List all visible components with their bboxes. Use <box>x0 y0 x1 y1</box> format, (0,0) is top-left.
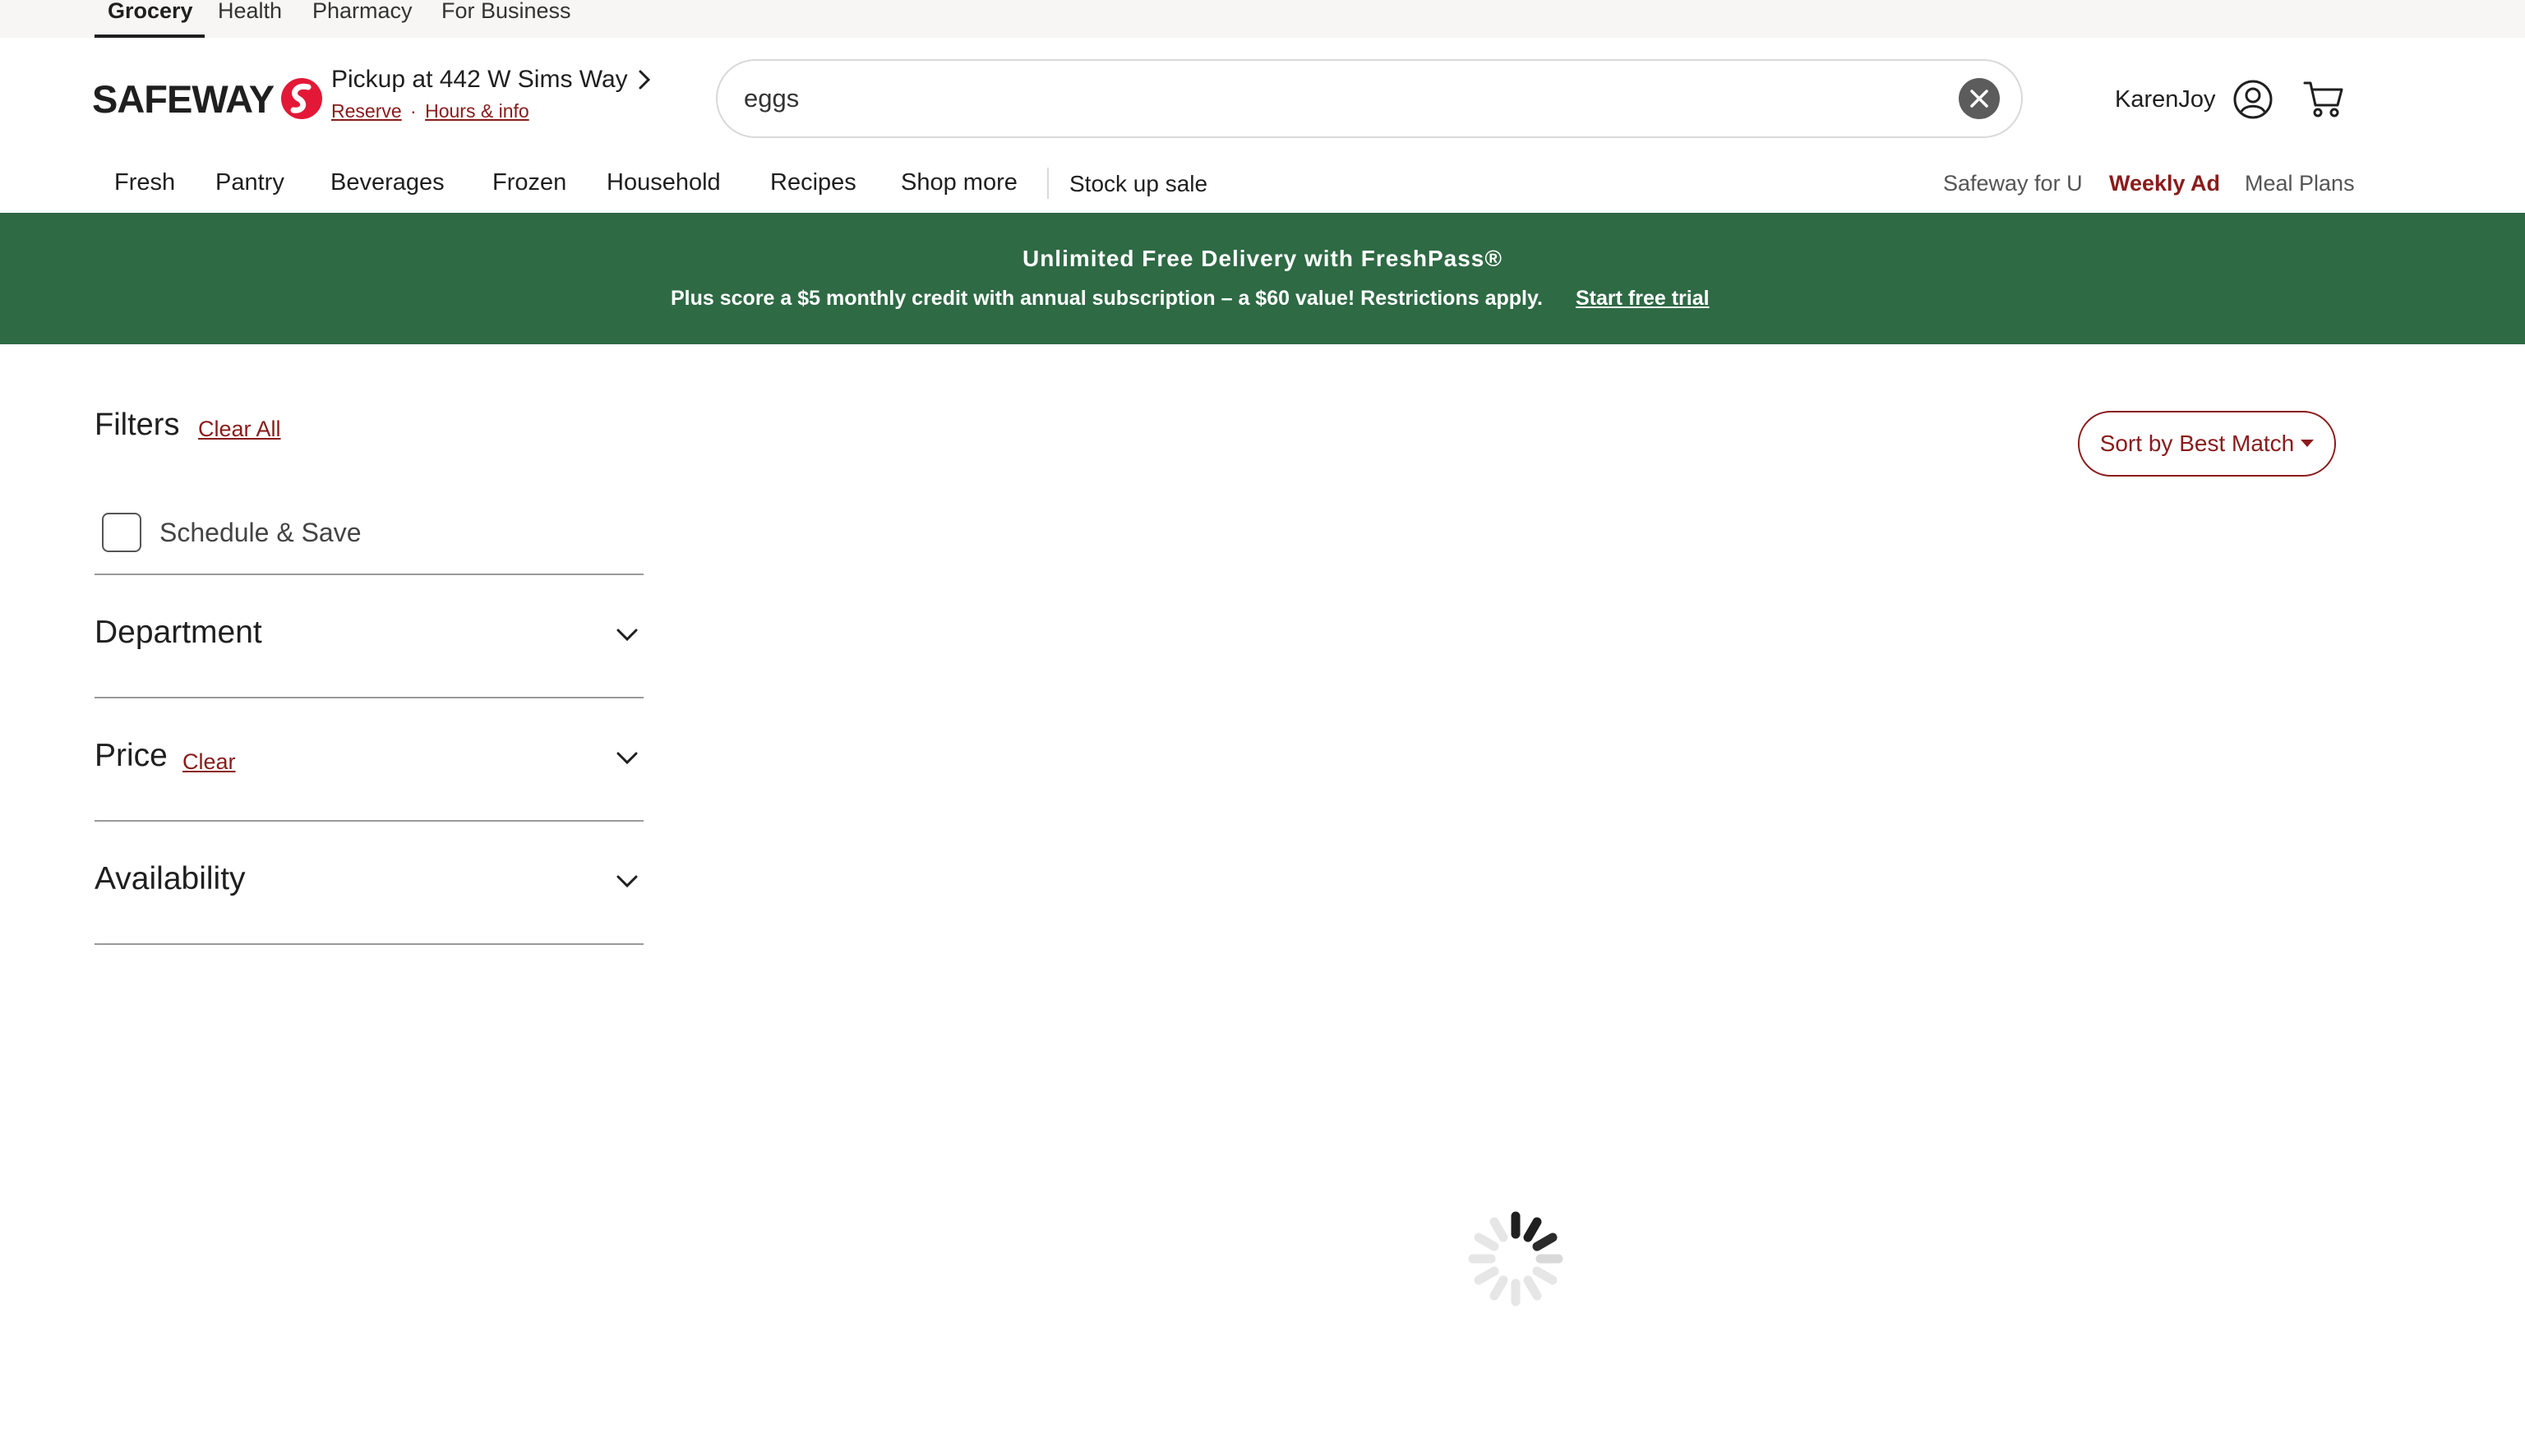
chevron-down-icon[interactable] <box>616 628 639 643</box>
nav-item-household[interactable]: Household <box>607 169 721 196</box>
nav-item-pantry[interactable]: Pantry <box>215 169 284 196</box>
search-input[interactable] <box>744 61 1936 136</box>
user-icon[interactable] <box>2232 79 2273 120</box>
facet-availability-label[interactable]: Availability <box>95 861 246 897</box>
chevron-right-icon <box>639 70 650 90</box>
tab-health[interactable]: Health <box>218 0 282 22</box>
schedule-save-filter[interactable]: Schedule & Save <box>102 513 362 552</box>
sort-label[interactable]: Sort by Best Match <box>2100 431 2295 457</box>
tab-grocery[interactable]: Grocery <box>108 0 193 22</box>
logo-wordmark: SAFEWAY <box>92 76 275 121</box>
price-clear-link[interactable]: Clear <box>182 749 236 775</box>
freshpass-promo-banner: Unlimited Free Delivery with FreshPass® … <box>0 213 2525 344</box>
account-name[interactable]: KarenJoy <box>2115 86 2216 113</box>
tab-pharmacy[interactable]: Pharmacy <box>312 0 413 22</box>
facet-department-label[interactable]: Department <box>95 615 262 651</box>
nav-item-fresh[interactable]: Fresh <box>114 169 175 196</box>
nav-item-frozen[interactable]: Frozen <box>492 169 566 196</box>
schedule-save-checkbox[interactable] <box>102 513 141 552</box>
banner-title: Unlimited Free Delivery with FreshPass® <box>1022 246 1503 271</box>
filters-heading: Filters <box>95 408 180 442</box>
nav-divider <box>1047 168 1049 199</box>
nav-meal-plans[interactable]: Meal Plans <box>2245 171 2355 196</box>
clear-search-button[interactable] <box>1959 78 2000 119</box>
hours-info-link[interactable]: Hours & info <box>425 100 529 122</box>
filter-divider <box>95 820 644 822</box>
schedule-save-label[interactable]: Schedule & Save <box>159 518 362 548</box>
safeway-s-icon <box>281 78 323 119</box>
nav-safeway-for-u[interactable]: Safeway for U <box>1943 171 2083 196</box>
filter-divider <box>95 943 644 945</box>
pickup-store-selector[interactable]: Pickup at 442 W Sims Way Reserve · Hours… <box>331 66 651 122</box>
account-menu[interactable]: KarenJoy <box>2115 79 2273 120</box>
loading-spinner-icon <box>1468 1211 1563 1306</box>
caret-down-icon <box>2301 440 2315 447</box>
chevron-down-icon[interactable] <box>616 874 639 889</box>
banner-subtitle: Plus score a $5 monthly credit with annu… <box>671 287 1543 310</box>
nav-item-beverages[interactable]: Beverages <box>330 169 445 196</box>
active-tab-indicator <box>95 35 205 38</box>
nav-item-stock-up-sale[interactable]: Stock up sale <box>1069 171 1207 197</box>
search-bar <box>716 59 2023 138</box>
facet-price[interactable]: Price Clear <box>95 738 644 787</box>
facet-availability[interactable]: Availability <box>95 861 644 910</box>
filter-divider <box>95 697 644 698</box>
pickup-title[interactable]: Pickup at 442 W Sims Way <box>331 66 628 94</box>
reserve-link[interactable]: Reserve <box>331 100 402 122</box>
category-nav: Fresh Pantry Beverages Frozen Household … <box>0 161 2525 212</box>
link-separator: · <box>410 100 417 122</box>
facet-department[interactable]: Department <box>95 615 644 664</box>
sort-dropdown[interactable]: Sort by Best Match <box>2078 411 2336 477</box>
top-utility-bar: Grocery Health Pharmacy For Business <box>0 0 2525 38</box>
close-icon <box>1970 90 1988 108</box>
clear-all-filters-link[interactable]: Clear All <box>198 417 281 442</box>
nav-weekly-ad[interactable]: Weekly Ad <box>2109 171 2220 196</box>
nav-item-recipes[interactable]: Recipes <box>770 169 856 196</box>
start-free-trial-link[interactable]: Start free trial <box>1576 287 1710 311</box>
cart-icon <box>2303 81 2343 117</box>
facet-price-label[interactable]: Price <box>95 738 168 774</box>
chevron-down-icon[interactable] <box>616 751 639 766</box>
cart-button[interactable] <box>2303 79 2344 122</box>
tab-for-business[interactable]: For Business <box>441 0 571 22</box>
safeway-logo[interactable]: SAFEWAY <box>92 76 325 122</box>
nav-item-shop-more[interactable]: Shop more <box>901 169 1018 196</box>
filter-divider <box>95 574 644 575</box>
